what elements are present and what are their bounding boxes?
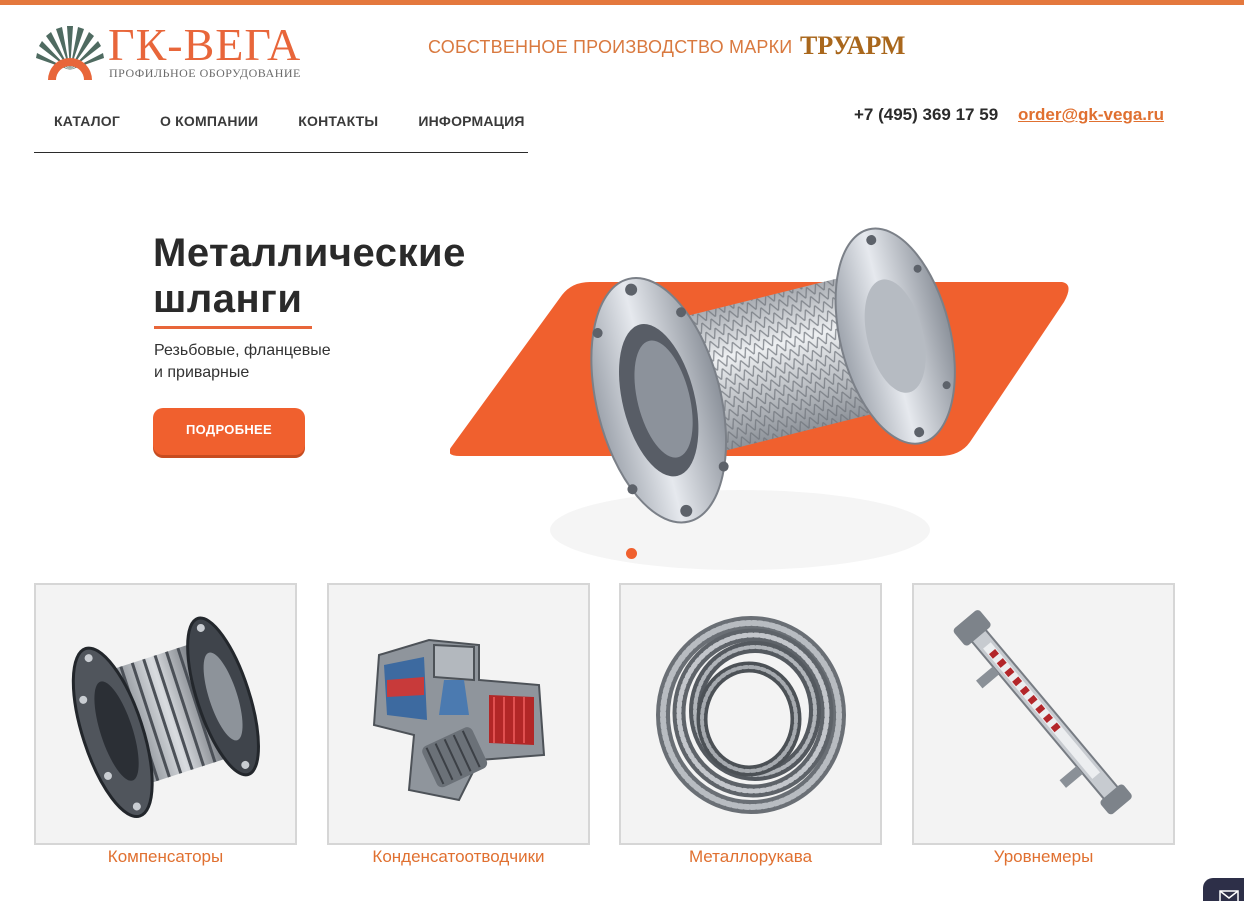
category-label[interactable]: Металлорукава xyxy=(619,847,882,867)
nav-item-catalog[interactable]: КАТАЛОГ xyxy=(34,104,140,152)
category-card-metal-hoses[interactable]: Металлорукава xyxy=(619,583,882,873)
category-card-level-gauges[interactable]: Уровнемеры xyxy=(912,583,1175,873)
category-card-compensators[interactable]: Компенсаторы xyxy=(34,583,297,873)
metal-hose-banner-image xyxy=(450,227,1069,570)
category-label[interactable]: Уровнемеры xyxy=(912,847,1175,867)
banner-subtitle-line1: Резьбовые, фланцевые xyxy=(154,342,331,359)
category-image-box xyxy=(619,583,882,845)
email-link[interactable]: order@gk-vega.ru xyxy=(1018,105,1164,125)
logo[interactable]: ГК-ВЕГА ПРОФИЛЬНОЕ ОБОРУДОВАНИЕ xyxy=(34,20,304,82)
banner-title-line2: шланги xyxy=(153,277,303,321)
banner-subtitle: Резьбовые, фланцевые и приварные xyxy=(154,340,331,384)
trademark-logo[interactable]: ТРУАРМ xyxy=(800,31,905,61)
details-button[interactable]: ПОДРОБНЕЕ xyxy=(153,408,305,455)
category-image-box xyxy=(912,583,1175,845)
category-label[interactable]: Компенсаторы xyxy=(34,847,297,867)
banner-title-line1: Металлические xyxy=(153,231,466,275)
chat-widget-button[interactable] xyxy=(1203,878,1244,901)
main-nav: КАТАЛОГ О КОМПАНИИ КОНТАКТЫ ИНФОРМАЦИЯ xyxy=(34,104,528,153)
category-image-box xyxy=(34,583,297,845)
logo-subtitle: ПРОФИЛЬНОЕ ОБОРУДОВАНИЕ xyxy=(109,66,301,80)
slider-dot-active[interactable] xyxy=(626,548,637,559)
level-gauge-image xyxy=(953,610,1132,815)
logo-title: ГК-ВЕГА xyxy=(108,19,302,70)
steam-trap-image xyxy=(372,638,546,802)
metal-hose-coil-image xyxy=(656,616,846,814)
nav-item-information[interactable]: ИНФОРМАЦИЯ xyxy=(398,104,544,152)
own-production-label: СОБСТВЕННОЕ ПРОИЗВОДСТВО МАРКИ xyxy=(428,37,793,57)
category-image-box xyxy=(327,583,590,845)
category-card-steam-traps[interactable]: Конденсатоотводчики xyxy=(327,583,590,873)
category-grid: Компенсаторы Конденсатоотводчики Металло… xyxy=(34,583,1175,873)
logo-fan-icon xyxy=(36,26,104,80)
top-accent-line xyxy=(0,0,1244,5)
nav-item-about[interactable]: О КОМПАНИИ xyxy=(140,104,278,152)
expansion-joint-image xyxy=(71,616,260,819)
nav-item-contacts[interactable]: КОНТАКТЫ xyxy=(278,104,398,152)
phone-number[interactable]: +7 (495) 369 17 59 xyxy=(854,105,998,125)
banner-title: Металлические шланги xyxy=(153,230,466,322)
category-label[interactable]: Конденсатоотводчики xyxy=(327,847,590,867)
mail-icon xyxy=(1219,890,1239,901)
banner-subtitle-line2: и приварные xyxy=(154,364,250,381)
banner-title-underline xyxy=(154,326,312,329)
